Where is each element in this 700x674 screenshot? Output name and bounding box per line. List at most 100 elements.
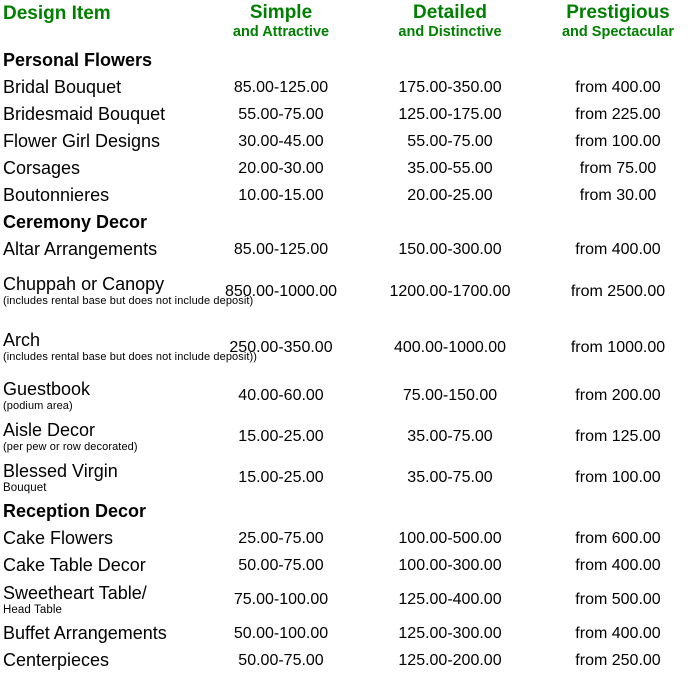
item-name-cell: Arch (includes rental base but does not i… [0,319,257,375]
column-header-detailed-subtitle: and Distinctive [398,24,502,40]
price-detailed: 100.00-300.00 [398,557,502,574]
price-detailed: 35.00-75.00 [407,469,493,486]
table-row: Aisle Decor (per pew or row decorated) 15.… [0,416,700,457]
item-name: Altar Arrangements [3,239,158,259]
item-note: (includes rental base but does not inclu… [3,295,254,308]
price-prestigious: from 75.00 [579,160,657,177]
table-row: Guestbook (podium area) 40.00-60.00 75.00-1… [0,375,700,416]
item-name-cell: Cake Flowers [0,525,200,552]
item-note: (podium area) [3,399,73,412]
table-header: Design Item Simple and Attractive Detail… [0,0,700,47]
item-name-cell: Buffet Arrangements [0,620,200,647]
table-row: Blessed Virgin Bouquet 15.00-25.00 35.00-75… [0,457,700,498]
item-name-cell: Corsages [0,155,200,182]
price-simple: 40.00-60.00 [238,387,324,404]
item-name: Guestbook [3,378,91,399]
item-name-cell: Cake Table Decor [0,552,200,579]
price-simple: 20.00-30.00 [238,160,324,177]
section-title: Personal Flowers [0,47,200,74]
price-prestigious: from 400.00 [575,557,661,574]
empty-cell [538,47,700,74]
item-name-cell: Bridesmaid Bouquet [0,101,200,128]
price-prestigious: from 400.00 [575,625,661,642]
empty-cell [362,209,538,236]
item-note: Bouquet [3,481,47,494]
section-title: Reception Decor [0,498,200,525]
table-row: Cake Table Decor 50.00-75.00 100.00-300.00… [0,552,700,579]
price-detailed: 20.00-25.00 [407,187,493,204]
price-simple: 850.00-1000.00 [224,282,338,300]
price-prestigious: from 500.00 [575,591,661,608]
price-prestigious: from 1000.00 [570,338,666,356]
wedding-flower-pricing-table: Design Item Simple and Attractive Detail… [0,0,700,674]
item-name-cell: Aisle Decor (per pew or row decorated) [0,416,200,457]
column-header-simple: Simple and Attractive [200,0,362,47]
table-row: Altar Arrangements 85.00-125.00 150.00-300… [0,236,700,263]
header-row: Design Item Simple and Attractive Detail… [0,0,700,47]
price-simple: 50.00-75.00 [238,557,324,574]
column-header-prestigious-title: Prestigious [566,2,670,23]
table-row: Buffet Arrangements 50.00-100.00 125.00-30… [0,620,700,647]
table-row: Bridesmaid Bouquet 55.00-75.00 125.00-175.… [0,101,700,128]
item-name-cell: Boutonnieres [0,182,200,209]
empty-cell [362,498,538,525]
item-name: Aisle Decor [3,419,96,440]
price-prestigious: from 225.00 [575,106,661,123]
empty-cell [200,209,362,236]
column-header-simple-title: Simple [249,2,313,23]
table-body: Personal Flowers Bridal Bouquet 85.00-125.… [0,47,700,674]
table-row: Arch (includes rental base but does not i… [0,319,700,375]
price-detailed: 35.00-75.00 [407,428,493,445]
price-detailed: 125.00-300.00 [398,625,502,642]
price-simple: 75.00-100.00 [233,591,329,608]
empty-cell [362,47,538,74]
item-name: Flower Girl Designs [3,131,161,151]
table-row: Corsages 20.00-30.00 35.00-55.00 from 75.00 [0,155,700,182]
price-simple: 85.00-125.00 [233,241,329,258]
column-header-detailed: Detailed and Distinctive [362,0,538,47]
item-name-cell: Sweetheart Table/Head Table [0,579,200,620]
price-simple: 25.00-75.00 [238,530,324,547]
price-detailed: 55.00-75.00 [407,133,493,150]
price-prestigious: from 2500.00 [570,282,666,300]
price-detailed: 100.00-500.00 [398,530,502,547]
table-row: Boutonnieres 10.00-15.00 20.00-25.00 from 3… [0,182,700,209]
item-name-cell: Chuppah or Canopy (includes rental base b… [0,263,254,319]
price-detailed: 1200.00-1700.00 [389,282,511,300]
price-prestigious: from 600.00 [575,530,661,547]
column-header-prestigious-subtitle: and Spectacular [561,24,674,40]
section-title-label: Ceremony Decor [3,212,148,232]
price-simple: 50.00-100.00 [233,625,329,642]
item-name: Arch [3,330,41,351]
price-prestigious: from 125.00 [575,428,661,445]
item-name: Bridesmaid Bouquet [3,104,166,124]
item-name: Bridal Bouquet [3,77,122,97]
price-simple: 250.00-350.00 [229,338,333,356]
item-name: Buffet Arrangements [3,623,167,643]
section-header-row: Ceremony Decor [0,209,700,236]
price-simple: 15.00-25.00 [238,428,324,445]
item-note: Head Table [3,603,62,616]
table-row: Chuppah or Canopy (includes rental base b… [0,263,700,319]
price-prestigious: from 400.00 [575,79,661,96]
price-detailed: 175.00-350.00 [398,79,502,96]
price-simple: 10.00-15.00 [238,187,324,204]
price-simple: 85.00-125.00 [233,79,329,96]
section-title-label: Personal Flowers [3,50,153,70]
column-header-simple-subtitle: and Attractive [232,24,330,40]
price-detailed: 75.00-150.00 [402,387,498,404]
item-name: Centerpieces [3,650,110,670]
empty-cell [200,498,362,525]
table-row: Flower Girl Designs 30.00-45.00 55.00-75.0… [0,128,700,155]
price-detailed: 150.00-300.00 [398,241,502,258]
item-name: Cake Flowers [3,528,114,548]
table-row: Bridal Bouquet 85.00-125.00 175.00-350.00 f… [0,74,700,101]
price-prestigious: from 200.00 [575,387,661,404]
empty-cell [200,47,362,74]
table-row: Cake Flowers 25.00-75.00 100.00-500.00 from… [0,525,700,552]
item-name: Sweetheart Table/ [3,582,147,603]
column-header-detailed-title: Detailed [413,2,487,23]
price-simple: 30.00-45.00 [238,133,324,150]
price-detailed: 400.00-1000.00 [393,338,507,356]
item-name: Cake Table Decor [3,555,146,575]
